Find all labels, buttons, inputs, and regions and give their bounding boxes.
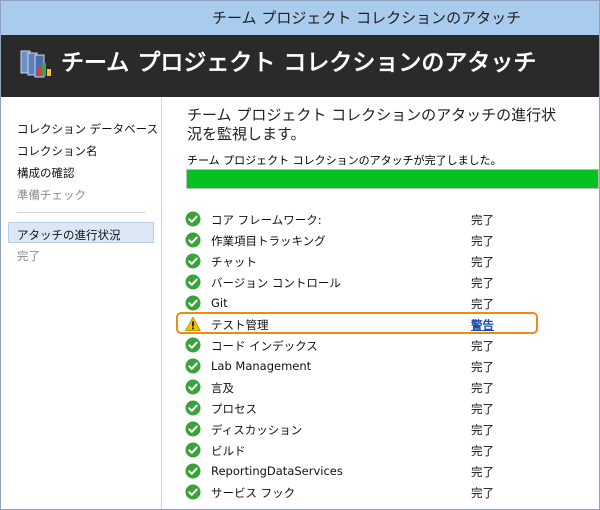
task-row: プロセス 完了 [162, 398, 599, 419]
sidebar-item-collection-name[interactable]: コレクション名 [17, 143, 98, 159]
task-row: 言及 完了 [162, 377, 599, 398]
server-icon [20, 50, 51, 78]
check-icon [185, 358, 201, 374]
window-title: チーム プロジェクト コレクションのアタッチ [212, 9, 522, 27]
wizard-sidebar: コレクション データベース コレクション名 構成の確認 準備チェック アタッチの… [1, 97, 162, 509]
sidebar-item-collection-database[interactable]: コレクション データベース [17, 121, 158, 137]
main-content: チーム プロジェクト コレクションのアタッチの進行状況を監視します。 チーム プ… [162, 97, 599, 509]
task-name: ビルド [211, 444, 246, 458]
task-row: Git 完了 [162, 293, 599, 314]
task-name: Git [211, 296, 228, 310]
page-heading: チーム プロジェクト コレクションのアタッチ [61, 50, 537, 76]
check-icon [185, 421, 201, 437]
task-name: 言及 [211, 381, 234, 395]
task-row: Lab Management 完了 [162, 356, 599, 377]
sidebar-divider [17, 212, 145, 213]
check-icon [185, 211, 201, 227]
check-icon [185, 463, 201, 479]
task-status: 完了 [471, 381, 494, 395]
task-status: 完了 [471, 297, 494, 311]
task-name: 作業項目トラッキング [211, 234, 326, 248]
check-icon [185, 253, 201, 269]
check-icon [185, 442, 201, 458]
progress-heading: チーム プロジェクト コレクションのアタッチの進行状況を監視します。 [187, 106, 557, 143]
task-name: バージョン コントロール [211, 276, 341, 290]
check-icon [185, 337, 201, 353]
task-row: コア フレームワーク: 完了 [162, 209, 599, 230]
check-icon [185, 274, 201, 290]
task-status: 完了 [471, 276, 494, 290]
task-status: 完了 [471, 213, 494, 227]
progress-bar-fill [187, 170, 598, 188]
task-status: 完了 [471, 444, 494, 458]
task-row: ビルド 完了 [162, 440, 599, 461]
task-name: サービス フック [211, 486, 296, 500]
task-status: 完了 [471, 486, 494, 500]
task-row: ディスカッション 完了 [162, 419, 599, 440]
warning-link[interactable]: 警告 [471, 317, 494, 333]
check-icon [185, 484, 201, 500]
check-icon [185, 232, 201, 248]
task-row: ReportingDataServices 完了 [162, 461, 599, 482]
task-row: バージョン コントロール 完了 [162, 272, 599, 293]
task-row-warning: テスト管理 警告 [162, 312, 599, 335]
task-name: プロセス [211, 402, 257, 416]
attach-wizard-window: チーム プロジェクト コレクションのアタッチ チーム プロジェクト コレクション… [0, 0, 600, 510]
task-name: チャット [211, 255, 257, 269]
task-name: テスト管理 [211, 318, 269, 332]
task-name: コード インデックス [211, 339, 318, 353]
wizard-header: チーム プロジェクト コレクションのアタッチ [1, 35, 599, 97]
status-message: チーム プロジェクト コレクションのアタッチが完了しました。 [187, 154, 502, 167]
task-name: コア フレームワーク: [211, 213, 322, 227]
task-row: サービス フック 完了 [162, 482, 599, 503]
check-icon [185, 295, 201, 311]
task-status: 完了 [471, 339, 494, 353]
warning-icon [185, 316, 201, 331]
title-bar: チーム プロジェクト コレクションのアタッチ [1, 1, 599, 35]
check-icon [185, 379, 201, 395]
task-name: ディスカッション [211, 423, 303, 437]
task-row: 作業項目トラッキング 完了 [162, 230, 599, 251]
task-name: ReportingDataServices [211, 464, 343, 478]
task-status: 完了 [471, 255, 494, 269]
sidebar-item-attach-progress[interactable]: アタッチの進行状況 [17, 227, 121, 243]
task-status: 完了 [471, 465, 494, 479]
task-status: 完了 [471, 234, 494, 248]
check-icon [185, 400, 201, 416]
task-list: コア フレームワーク: 完了 作業項目トラッキング 完了 チャット 完了 バージ… [162, 209, 599, 503]
task-row: コード インデックス 完了 [162, 335, 599, 356]
task-status: 完了 [471, 360, 494, 374]
progress-bar [186, 169, 599, 189]
task-name: Lab Management [211, 359, 312, 373]
task-status: 完了 [471, 423, 494, 437]
task-row: チャット 完了 [162, 251, 599, 272]
sidebar-item-review[interactable]: 構成の確認 [17, 165, 75, 181]
sidebar-item-readiness-checks: 準備チェック [17, 188, 86, 202]
task-status: 完了 [471, 402, 494, 416]
sidebar-item-complete: 完了 [17, 249, 40, 263]
